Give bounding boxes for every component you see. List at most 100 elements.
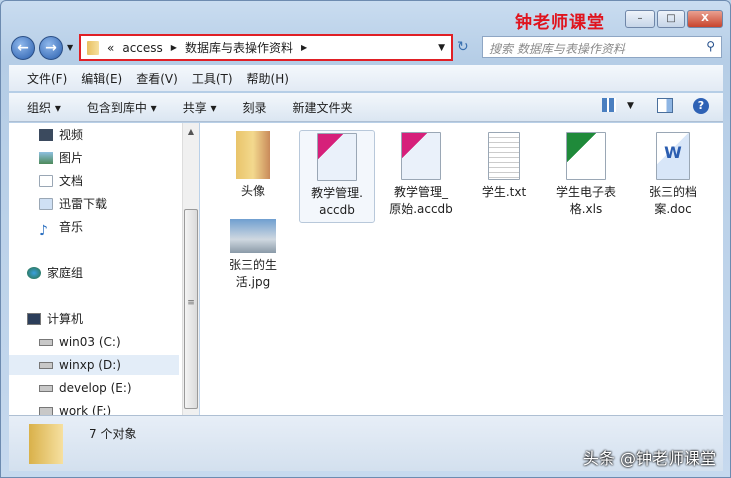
- menu-edit[interactable]: 编辑(E): [81, 70, 122, 87]
- file-item[interactable]: 教学管理_ 原始.accdb: [383, 132, 459, 218]
- nav-label: winxp (D:): [59, 358, 121, 372]
- nav-homegroup[interactable]: 家庭组: [27, 263, 182, 283]
- organize-button[interactable]: 组织 ▾: [27, 99, 61, 116]
- picture-icon: [39, 152, 53, 164]
- refresh-icon[interactable]: ↻: [457, 39, 469, 55]
- nav-downloads[interactable]: 迅雷下载: [39, 194, 182, 214]
- navigation-pane: 视频 图片 文档 迅雷下载 ♪ 音乐 家庭组 计算机 win03 (C:) win…: [9, 123, 182, 415]
- file-item[interactable]: 头像: [215, 131, 291, 200]
- menu-help[interactable]: 帮助(H): [247, 70, 289, 87]
- file-item[interactable]: W 张三的档案.doc: [635, 132, 711, 218]
- folder-icon: [87, 40, 99, 55]
- file-name: 头像: [240, 184, 265, 198]
- nav-label: 家庭组: [47, 266, 84, 280]
- nav-videos[interactable]: 视频: [39, 125, 182, 145]
- scroll-up-arrow[interactable]: ▲: [183, 127, 199, 136]
- file-item[interactable]: 学生电子表格.xls: [548, 132, 624, 218]
- download-icon: [39, 198, 53, 210]
- folder-icon: [29, 424, 63, 464]
- explorer-window: 钟老师课堂 – □ X ← → ▼ « access ▶ 数据库与表操作资料 ▶…: [0, 0, 731, 478]
- back-button[interactable]: ←: [11, 36, 35, 60]
- nav-label: 文档: [59, 174, 84, 188]
- share-button[interactable]: 共享 ▾: [183, 99, 217, 116]
- file-name: 学生电子表: [555, 185, 616, 199]
- file-name: 教学管理_: [393, 185, 448, 199]
- chevron-right-icon[interactable]: ▶: [301, 43, 307, 52]
- nav-drive-d[interactable]: winxp (D:): [9, 355, 179, 375]
- nav-scrollbar[interactable]: ▲ ≡: [182, 123, 199, 415]
- file-name-ext: 活.jpg: [235, 275, 271, 289]
- file-item-selected[interactable]: 教学管理. accdb: [299, 130, 375, 223]
- nav-drive-e[interactable]: develop (E:): [39, 378, 182, 398]
- computer-icon: [27, 313, 41, 325]
- text-file-icon: [488, 132, 520, 180]
- nav-label: work (F:): [59, 404, 112, 415]
- file-name-ext: 案.doc: [654, 202, 692, 216]
- video-icon: [39, 129, 53, 141]
- excel-file-icon: [566, 132, 606, 180]
- chevron-right-icon[interactable]: ▶: [171, 43, 177, 52]
- burn-button[interactable]: 刻录: [243, 99, 267, 116]
- menu-bar: 文件(F) 编辑(E) 查看(V) 工具(T) 帮助(H): [9, 65, 723, 91]
- menu-file[interactable]: 文件(F): [27, 70, 67, 87]
- file-list: 头像 教学管理. accdb 教学管理_ 原始.accdb 学生.txt 学生电子表…: [200, 123, 723, 415]
- forward-button[interactable]: →: [39, 36, 63, 60]
- nav-pictures[interactable]: 图片: [39, 148, 182, 168]
- file-item[interactable]: 张三的生 活.jpg: [215, 219, 291, 291]
- nav-label: 计算机: [47, 312, 84, 326]
- nav-label: develop (E:): [59, 381, 132, 395]
- file-name-ext: accdb: [319, 203, 355, 217]
- drive-icon: [39, 338, 53, 346]
- file-name: 张三的档: [648, 185, 697, 199]
- include-in-library-button[interactable]: 包含到库中 ▾: [87, 99, 157, 116]
- drive-icon: [39, 361, 53, 369]
- nav-label: 音乐: [59, 220, 84, 234]
- search-placeholder: 搜索 数据库与表操作资料: [489, 42, 625, 56]
- new-folder-button[interactable]: 新建文件夹: [293, 99, 353, 116]
- watermark: 头条 @钟老师课堂: [582, 449, 716, 468]
- help-icon[interactable]: ?: [693, 98, 709, 114]
- homegroup-icon: [27, 267, 41, 279]
- nav-documents[interactable]: 文档: [39, 171, 182, 191]
- file-name-ext: 格.xls: [569, 202, 603, 216]
- nav-label: 图片: [59, 151, 84, 165]
- nav-computer[interactable]: 计算机: [27, 309, 182, 329]
- nav-drive-c[interactable]: win03 (C:): [39, 332, 182, 352]
- close-button[interactable]: X: [687, 10, 723, 28]
- view-options-icon[interactable]: [602, 98, 616, 112]
- file-name: 教学管理.: [311, 186, 363, 200]
- file-name-ext: 原始.accdb: [389, 202, 453, 216]
- maximize-button[interactable]: □: [657, 10, 685, 28]
- drive-icon: [39, 384, 53, 392]
- menu-tools[interactable]: 工具(T): [192, 70, 233, 87]
- file-name: 学生.txt: [481, 185, 527, 199]
- access-file-icon: [317, 133, 357, 181]
- address-dropdown[interactable]: ▼: [438, 43, 445, 53]
- nav-music[interactable]: ♪ 音乐: [39, 217, 182, 239]
- address-bar[interactable]: « access ▶ 数据库与表操作资料 ▶ ▼: [79, 34, 453, 61]
- address-overflow[interactable]: «: [107, 41, 114, 55]
- recent-pages-dropdown[interactable]: ▼: [67, 43, 73, 52]
- nav-label: 迅雷下载: [59, 197, 108, 211]
- item-count: 7 个对象: [89, 427, 137, 441]
- word-file-icon: W: [656, 132, 690, 180]
- nav-drive-f[interactable]: work (F:): [39, 401, 182, 415]
- music-icon: ♪: [39, 223, 48, 239]
- nav-label: 视频: [59, 128, 84, 142]
- minimize-button[interactable]: –: [625, 10, 655, 28]
- search-icon[interactable]: ⚲: [706, 39, 715, 53]
- image-thumbnail: [230, 219, 276, 253]
- breadcrumb-current[interactable]: 数据库与表操作资料: [185, 39, 293, 56]
- folder-icon: [236, 131, 270, 179]
- search-input[interactable]: 搜索 数据库与表操作资料 ⚲: [482, 36, 722, 58]
- breadcrumb-access[interactable]: access: [122, 41, 162, 55]
- menu-view[interactable]: 查看(V): [136, 70, 178, 87]
- access-file-icon: [401, 132, 441, 180]
- scroll-thumb[interactable]: ≡: [184, 209, 198, 409]
- view-dropdown[interactable]: ▼: [627, 101, 634, 111]
- document-icon: [39, 175, 53, 187]
- brand-title: 钟老师课堂: [515, 13, 605, 33]
- nav-label: win03 (C:): [59, 335, 121, 349]
- file-item[interactable]: 学生.txt: [466, 132, 542, 201]
- preview-pane-icon[interactable]: [657, 98, 673, 113]
